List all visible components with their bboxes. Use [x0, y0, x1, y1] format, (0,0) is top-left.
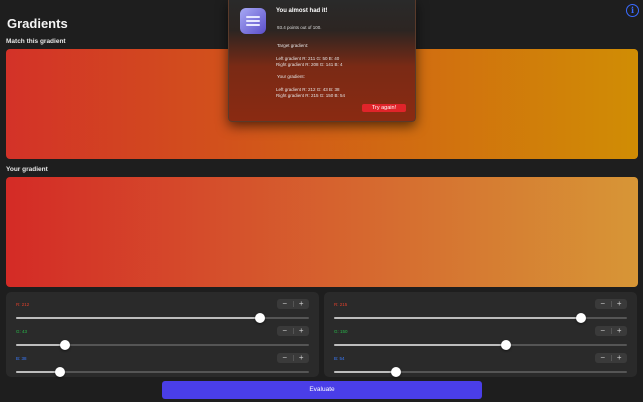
- target-label: Match this gradient: [6, 38, 66, 45]
- slider-knob[interactable]: [576, 313, 587, 323]
- minus-icon[interactable]: −: [595, 353, 611, 363]
- right-channel-label-2: B: 54: [334, 356, 345, 361]
- slider-fill: [334, 371, 397, 373]
- right-slider-2[interactable]: [334, 367, 627, 377]
- plus-icon[interactable]: +: [294, 353, 310, 363]
- right-channel-label-1: G: 150: [334, 329, 348, 334]
- minus-icon[interactable]: −: [277, 299, 293, 309]
- left-channel-label-1: G: 43: [16, 329, 28, 334]
- info-icon[interactable]: i: [626, 4, 639, 17]
- slider-knob[interactable]: [501, 340, 512, 350]
- target-left-values: Left gradient R: 211 G: 50 B: 40: [276, 56, 340, 61]
- right-color-panel: R: 215− + G: 150− + B: 54− +: [324, 292, 637, 377]
- right-channel-label-0: R: 215: [334, 302, 348, 307]
- result-alert: You almost had it! 93.4 points out of 10…: [228, 0, 416, 122]
- slider-knob[interactable]: [60, 340, 71, 350]
- left-slider-1[interactable]: [16, 340, 309, 350]
- minus-icon[interactable]: −: [595, 299, 611, 309]
- user-label: Your gradient: [6, 166, 48, 173]
- right-channel-row-1: G: 150 − +: [324, 323, 637, 351]
- plus-icon[interactable]: +: [294, 299, 310, 309]
- try-again-button[interactable]: Try again!: [362, 104, 406, 112]
- plus-icon[interactable]: +: [294, 326, 310, 336]
- slider-fill: [16, 344, 66, 346]
- user-gradient: [6, 177, 638, 287]
- left-channel-label-2: B: 38: [16, 356, 27, 361]
- left-channel-label-0: R: 212: [16, 302, 30, 307]
- right-stepper-0[interactable]: − +: [595, 299, 627, 309]
- slider-knob[interactable]: [391, 367, 402, 377]
- left-channel-row-0: R: 212 − +: [6, 296, 319, 324]
- left-color-panel: R: 212− + G: 43− + B: 38− +: [6, 292, 319, 377]
- left-stepper-1[interactable]: − +: [277, 326, 309, 336]
- right-slider-1[interactable]: [334, 340, 627, 350]
- target-heading: Target gradient:: [277, 43, 309, 48]
- left-channel-row-2: B: 38 − +: [6, 350, 319, 378]
- minus-icon[interactable]: −: [595, 326, 611, 336]
- alert-score: 93.4 points out of 100.: [277, 25, 322, 30]
- slider-fill: [16, 317, 260, 319]
- right-slider-0[interactable]: [334, 313, 627, 323]
- slider-fill: [334, 317, 582, 319]
- slider-knob[interactable]: [54, 367, 65, 377]
- your-heading: Your gradient:: [277, 74, 305, 79]
- slider-fill: [16, 371, 60, 373]
- plus-icon[interactable]: +: [612, 326, 628, 336]
- left-slider-0[interactable]: [16, 313, 309, 323]
- alert-title: You almost had it!: [276, 8, 328, 14]
- evaluate-button[interactable]: Evaluate: [162, 381, 482, 399]
- left-channel-row-1: G: 43 − +: [6, 323, 319, 351]
- target-right-values: Right gradient R: 208 G: 141 B: 4: [276, 62, 343, 67]
- plus-icon[interactable]: +: [612, 353, 628, 363]
- left-slider-2[interactable]: [16, 367, 309, 377]
- your-left-values: Left gradient R: 212 G: 43 B: 38: [276, 87, 340, 92]
- minus-icon[interactable]: −: [277, 326, 293, 336]
- right-channel-row-0: R: 215 − +: [324, 296, 637, 324]
- plus-icon[interactable]: +: [612, 299, 628, 309]
- right-channel-row-2: B: 54 − +: [324, 350, 637, 378]
- left-stepper-0[interactable]: − +: [277, 299, 309, 309]
- slider-knob[interactable]: [254, 313, 265, 323]
- slider-fill: [334, 344, 507, 346]
- app-icon: [240, 8, 266, 34]
- right-stepper-2[interactable]: − +: [595, 353, 627, 363]
- right-stepper-1[interactable]: − +: [595, 326, 627, 336]
- minus-icon[interactable]: −: [277, 353, 293, 363]
- app-title: Gradients: [7, 16, 68, 31]
- your-right-values: Right gradient R: 215 G: 150 B: 54: [276, 93, 346, 98]
- left-stepper-2[interactable]: − +: [277, 353, 309, 363]
